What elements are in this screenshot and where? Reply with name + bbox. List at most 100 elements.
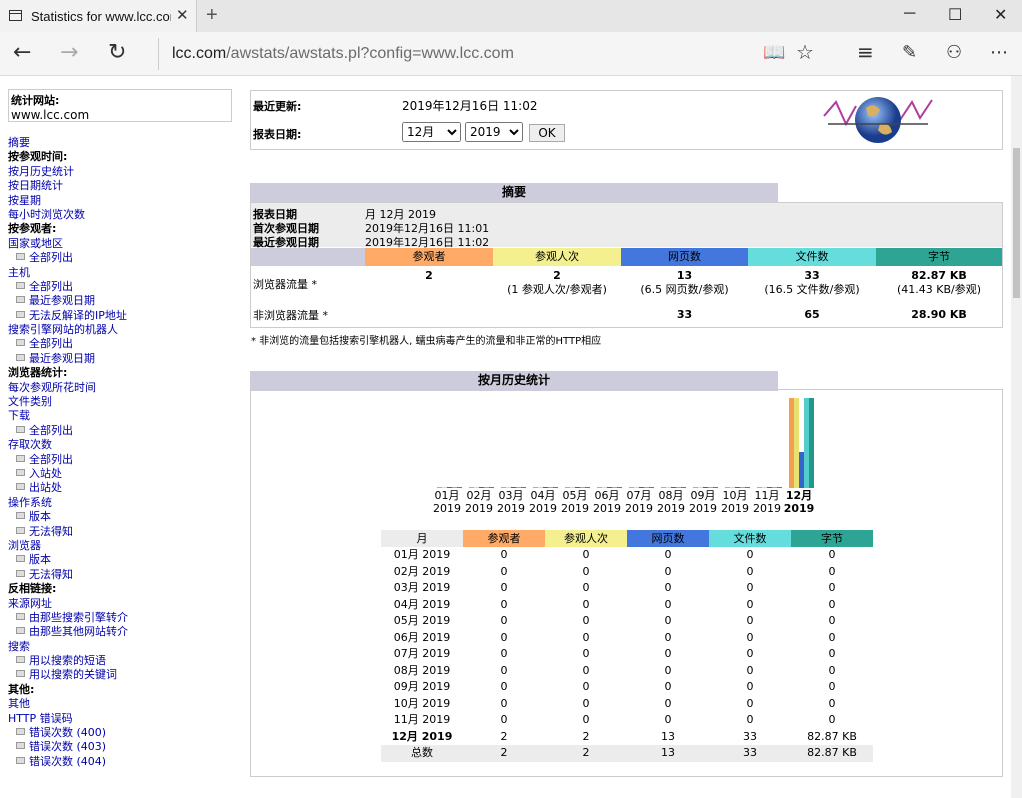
- monthly-header-0: 月: [381, 530, 463, 547]
- tab-close-icon[interactable]: ✕: [176, 6, 189, 24]
- sidebar-item-26[interactable]: 版本: [8, 510, 128, 524]
- sidebar-item-42[interactable]: 错误次数 (403): [8, 740, 128, 754]
- sidebar-item-label: 全部列出: [29, 452, 73, 466]
- forward-icon[interactable]: →: [60, 40, 78, 65]
- sidebar-item-label: 由那些其他网站转介: [29, 625, 128, 639]
- sidebar-item-11[interactable]: 最近参观日期: [8, 294, 128, 308]
- sidebar-item-label: 浏览器统计:: [8, 366, 68, 380]
- sidebar-item-32[interactable]: 来源网址: [8, 597, 128, 611]
- sidebar-item-41[interactable]: 错误次数 (400): [8, 726, 128, 740]
- sidebar-item-7[interactable]: 国家或地区: [8, 237, 128, 251]
- maximize-icon[interactable]: ☐: [948, 5, 962, 25]
- monthly-cell: 03月 2019: [393, 581, 451, 594]
- sidebar-item-25[interactable]: 操作系统: [8, 496, 128, 510]
- sidebar-item-label: 反相链接:: [8, 582, 57, 596]
- refresh-icon[interactable]: ↻: [108, 40, 126, 65]
- sidebar-item-8[interactable]: 全部列出: [8, 251, 128, 265]
- sidebar-item-37[interactable]: 用以搜索的关键词: [8, 668, 128, 682]
- sidebar-item-40[interactable]: HTTP 错误码: [8, 712, 128, 726]
- url-path: /awstats/awstats.pl?config=www.lcc.com: [226, 45, 514, 62]
- sidebar-item-4[interactable]: 按星期: [8, 194, 128, 208]
- vertical-scrollbar[interactable]: [1011, 76, 1022, 798]
- x-tick-label: 05月 2019: [559, 489, 591, 515]
- x-tick-label: 01月 2019: [431, 489, 463, 515]
- sidebar-item-20[interactable]: 全部列出: [8, 424, 128, 438]
- x-tick-year: 2019: [783, 502, 815, 515]
- hub-icon[interactable]: ≡: [857, 40, 874, 64]
- summary-header-2: 网页数: [621, 248, 748, 266]
- favorite-star-icon[interactable]: ☆: [796, 40, 814, 64]
- sidebar-item-label: 文件类别: [8, 395, 52, 409]
- summary-panel: 报表日期 月 12月 2019 首次参观日期 2019年12月16日 11:01…: [250, 202, 1003, 328]
- back-icon[interactable]: ←: [13, 40, 31, 65]
- sidebar-item-3[interactable]: 按日期统计: [8, 179, 128, 193]
- browser-tab[interactable]: Statistics for www.lcc.com ✕: [0, 0, 197, 32]
- sub-item-icon: [16, 670, 25, 678]
- sidebar-item-34[interactable]: 由那些其他网站转介: [8, 625, 128, 639]
- sidebar-item-30[interactable]: 无法得知: [8, 568, 128, 582]
- monthly-cell: 0: [746, 597, 754, 611]
- monthly-cell: 2: [500, 746, 508, 759]
- sidebar-item-12[interactable]: 无法反解译的IP地址: [8, 309, 128, 323]
- sidebar-item-9[interactable]: 主机: [8, 266, 128, 280]
- x-tick-month: 06月: [594, 489, 620, 502]
- close-window-icon[interactable]: ✕: [994, 5, 1007, 25]
- sidebar-item-24[interactable]: 出站处: [8, 481, 128, 495]
- sidebar-item-27[interactable]: 无法得知: [8, 525, 128, 539]
- sidebar-item-14[interactable]: 全部列出: [8, 337, 128, 351]
- bar-字节-9: [745, 487, 750, 488]
- sidebar-item-10[interactable]: 全部列出: [8, 280, 128, 294]
- sidebar-item-15[interactable]: 最近参观日期: [8, 352, 128, 366]
- summary-info-bg: [251, 203, 1002, 247]
- sidebar-item-35[interactable]: 搜索: [8, 640, 128, 654]
- share-icon[interactable]: ⚇: [946, 42, 962, 63]
- sidebar-item-19[interactable]: 下载: [8, 409, 128, 423]
- sidebar-item-29[interactable]: 版本: [8, 553, 128, 567]
- monthly-cell: 0: [828, 614, 836, 627]
- monthly-cell: 0: [664, 663, 672, 677]
- monthly-cell: 0: [500, 614, 508, 627]
- scrollbar-thumb[interactable]: [1013, 148, 1020, 298]
- monthly-cell: 0: [582, 663, 590, 677]
- sidebar-item-label: 版本: [29, 553, 51, 567]
- month-select[interactable]: 12月: [402, 122, 461, 142]
- sidebar-item-28[interactable]: 浏览器: [8, 539, 128, 553]
- reading-view-icon[interactable]: 📖: [763, 42, 785, 63]
- more-icon[interactable]: ⋯: [990, 42, 1008, 63]
- sidebar-item-13[interactable]: 搜索引擎网站的机器人: [8, 323, 128, 337]
- sidebar-item-33[interactable]: 由那些搜索引擎转介: [8, 611, 128, 625]
- new-tab-icon[interactable]: +: [206, 4, 218, 27]
- sidebar-item-0[interactable]: 摘要: [8, 136, 128, 150]
- sidebar-item-21[interactable]: 存取次数: [8, 438, 128, 452]
- sidebar-item-43[interactable]: 错误次数 (404): [8, 755, 128, 769]
- summary-header-3: 文件数: [748, 248, 876, 266]
- monthly-cell: 0: [582, 548, 590, 561]
- year-select[interactable]: 2019: [465, 122, 523, 142]
- minimize-icon[interactable]: ─: [904, 5, 915, 23]
- sidebar-item-label: 下载: [8, 409, 30, 423]
- sidebar-item-2[interactable]: 按月历史统计: [8, 165, 128, 179]
- sidebar-item-22[interactable]: 全部列出: [8, 453, 128, 467]
- x-tick-year: 2019: [561, 502, 589, 515]
- ok-button[interactable]: OK: [529, 124, 565, 142]
- sidebar-item-5[interactable]: 每小时浏览次数: [8, 208, 128, 222]
- sidebar-item-label: 其他: [8, 697, 30, 711]
- sub-item-icon: [16, 555, 25, 563]
- web-note-icon[interactable]: ✎: [902, 42, 917, 63]
- sidebar-item-label: 错误次数 (404): [29, 754, 107, 768]
- update-panel: 最近更新: 2019年12月16日 11:02 报表日期: 12月 2019 O…: [250, 90, 1003, 150]
- sidebar-item-39[interactable]: 其他: [8, 697, 128, 711]
- monthly-cell: 0: [500, 630, 508, 644]
- sidebar-item-18[interactable]: 文件类别: [8, 395, 128, 409]
- x-tick-label: 02月 2019: [463, 489, 495, 515]
- last-update-value: 2019年12月16日 11:02: [402, 99, 538, 113]
- sidebar-item-36[interactable]: 用以搜索的短语: [8, 654, 128, 668]
- sidebar-item-23[interactable]: 入站处: [8, 467, 128, 481]
- summary-viewed-sub-cell: (6.5 网页数/参观): [640, 283, 729, 296]
- sidebar-item-16: 浏览器统计:: [8, 366, 128, 380]
- address-bar[interactable]: lcc.com/awstats/awstats.pl?config=www.lc…: [158, 38, 770, 70]
- sidebar-item-17[interactable]: 每次参观所花时间: [8, 381, 128, 395]
- summary-viewed-cell: 33: [804, 269, 820, 282]
- monthly-cell: 0: [828, 630, 836, 644]
- sidebar-item-label: 按月历史统计: [8, 164, 74, 178]
